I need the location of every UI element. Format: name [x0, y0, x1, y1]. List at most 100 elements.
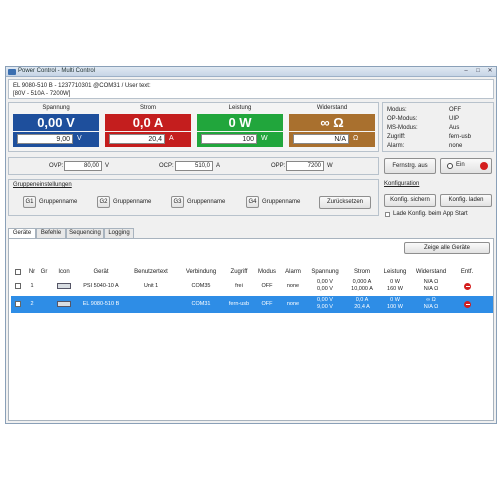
row-nr: 2	[30, 301, 34, 307]
current-set-input[interactable]: 20,4	[109, 134, 165, 144]
status-led-icon	[480, 162, 488, 170]
current-set-box: 20,4 A	[105, 132, 191, 147]
row-resistance-actual: ∞ Ω	[426, 297, 436, 303]
resistance-set-box: N/A Ω	[289, 132, 375, 147]
status-key: MS-Modus:	[387, 125, 418, 131]
current-unit: A	[169, 135, 174, 142]
column-header: Modus	[257, 269, 276, 275]
resistance-label: Widerstand	[316, 105, 348, 111]
row-checkbox[interactable]	[15, 301, 21, 307]
on-button[interactable]: Ein	[440, 158, 492, 174]
row-checkbox[interactable]	[15, 283, 21, 289]
config-panel: Konfiguration Konfig. sichern Konfig. la…	[382, 179, 494, 221]
voltage-set-box: 9,00 V	[13, 132, 99, 147]
delete-icon[interactable]	[464, 283, 471, 290]
resistance-set-input[interactable]: N/A	[293, 134, 349, 144]
voltage-unit: V	[77, 135, 82, 142]
ocp-label: OCP:	[159, 163, 174, 169]
group-name: Gruppenname	[262, 199, 301, 205]
current-actual: 0,0 A	[105, 114, 191, 131]
group-button-g1[interactable]: G1	[23, 196, 36, 208]
column-header: Alarm	[285, 269, 301, 275]
row-access: fern-usb	[228, 301, 250, 307]
meter-panel: Spannung 0,00 V 9,00 V Strom 0,0 A 20,4 …	[8, 102, 379, 152]
row-power-actual: 0 W	[390, 279, 400, 285]
tab-sequencing[interactable]: Sequencing	[66, 228, 104, 238]
autoload-label: Lade Konfig. beim App Start	[393, 211, 468, 217]
on-label: Ein	[456, 162, 465, 168]
ovp-unit: V	[105, 163, 110, 169]
row-connection: COM31	[191, 301, 211, 307]
ocp-input[interactable]: 510,0	[175, 161, 213, 171]
on-radio[interactable]	[447, 163, 453, 169]
group-button-g4[interactable]: G4	[246, 196, 259, 208]
column-header: Leistung	[383, 269, 407, 275]
device-icon	[57, 301, 71, 307]
row-power-set: 100 W	[387, 304, 403, 310]
row-connection: COM35	[191, 283, 211, 289]
row-resistance-set: N/A Ω	[423, 286, 439, 292]
column-header: Gr	[40, 269, 48, 275]
opp-input[interactable]: 7200	[286, 161, 324, 171]
device-icon	[57, 283, 71, 289]
power-actual: 0 W	[197, 114, 283, 131]
window-title: Power Control - Multi Control	[18, 68, 96, 74]
devices-panel: Zeige alle Geräte Nr Gr Icon Gerät Benut…	[8, 238, 494, 421]
reset-button[interactable]: Zurücksetzen	[319, 196, 371, 209]
device-info-line2: [80V - 510A - 7200W]	[13, 91, 71, 97]
tab-logging[interactable]: Logging	[104, 228, 134, 238]
show-all-devices-button[interactable]: Zeige alle Geräte	[404, 242, 490, 254]
column-header: Zugriff	[230, 269, 248, 275]
column-header: Entf.	[460, 269, 474, 275]
tab-bar: Geräte Befehle Sequencing Logging	[8, 228, 494, 239]
status-key: OP-Modus:	[387, 116, 418, 122]
row-voltage-actual: 0,00 V	[317, 279, 333, 285]
table-header: Nr Gr Icon Gerät Benutzertext Verbindung…	[11, 268, 493, 278]
table-row[interactable]: 2 EL 9080-510 B COM31 fern-usb OFF none …	[11, 296, 493, 313]
app-icon	[8, 69, 16, 75]
autoload-checkbox[interactable]	[385, 212, 390, 217]
remote-panel: Fernstrg. aus Ein	[382, 157, 494, 175]
status-key: Alarm:	[387, 143, 405, 149]
close-icon[interactable]: ✕	[485, 68, 495, 75]
group-button-g3[interactable]: G3	[171, 196, 184, 208]
maximize-icon[interactable]: □	[473, 68, 483, 75]
tab-commands[interactable]: Befehle	[36, 228, 66, 238]
power-set-box: 100 W	[197, 132, 283, 147]
status-key: Zugriff:	[387, 134, 406, 140]
row-current-actual: 0,000 A	[352, 279, 372, 285]
delete-icon[interactable]	[464, 301, 471, 308]
power-set-input[interactable]: 100	[201, 134, 257, 144]
voltage-label: Spannung	[42, 105, 70, 111]
column-header: Verbindung	[185, 269, 217, 275]
status-value: OFF	[449, 107, 461, 113]
power-meter: Leistung 0 W 100 W	[195, 105, 285, 150]
row-voltage-set: 0,00 V	[317, 286, 333, 292]
voltage-set-input[interactable]: 9,00	[17, 134, 73, 144]
device-info-line1: EL 9080-510 B - 1237710301 @COM31 / User…	[13, 83, 151, 89]
row-mode: OFF	[261, 283, 273, 289]
row-power-set: 160 W	[387, 286, 403, 292]
group-title: Gruppeneinstellungen	[13, 182, 72, 188]
resistance-meter: Widerstand ∞ Ω N/A Ω	[287, 105, 377, 150]
row-device: PSI 5040-10 A	[83, 283, 119, 289]
group-button-g2[interactable]: G2	[97, 196, 110, 208]
table-row[interactable]: 1 PSI 5040-10 A Unit 1 COM35 frei OFF no…	[11, 278, 493, 295]
config-load-button[interactable]: Konfig. laden	[440, 194, 492, 207]
column-header: Widerstand	[415, 269, 447, 275]
group-name: Gruppenname	[113, 199, 152, 205]
group-panel: Gruppeneinstellungen G1 Gruppenname G2 G…	[8, 179, 379, 216]
column-header: Spannung	[311, 269, 339, 275]
config-save-button[interactable]: Konfig. sichern	[384, 194, 436, 207]
row-usertext: Unit 1	[143, 283, 159, 289]
select-all-checkbox[interactable]	[15, 269, 21, 275]
ovp-input[interactable]: 80,00	[64, 161, 102, 171]
status-value: UIP	[449, 116, 460, 122]
column-header: Icon	[58, 269, 70, 275]
title-bar[interactable]: Power Control - Multi Control – □ ✕	[6, 67, 496, 77]
status-value: Aus	[449, 125, 460, 131]
remote-off-button[interactable]: Fernstrg. aus	[384, 158, 436, 174]
minimize-icon[interactable]: –	[461, 68, 471, 75]
row-alarm: none	[286, 283, 300, 289]
row-resistance-set: N/A Ω	[423, 304, 439, 310]
